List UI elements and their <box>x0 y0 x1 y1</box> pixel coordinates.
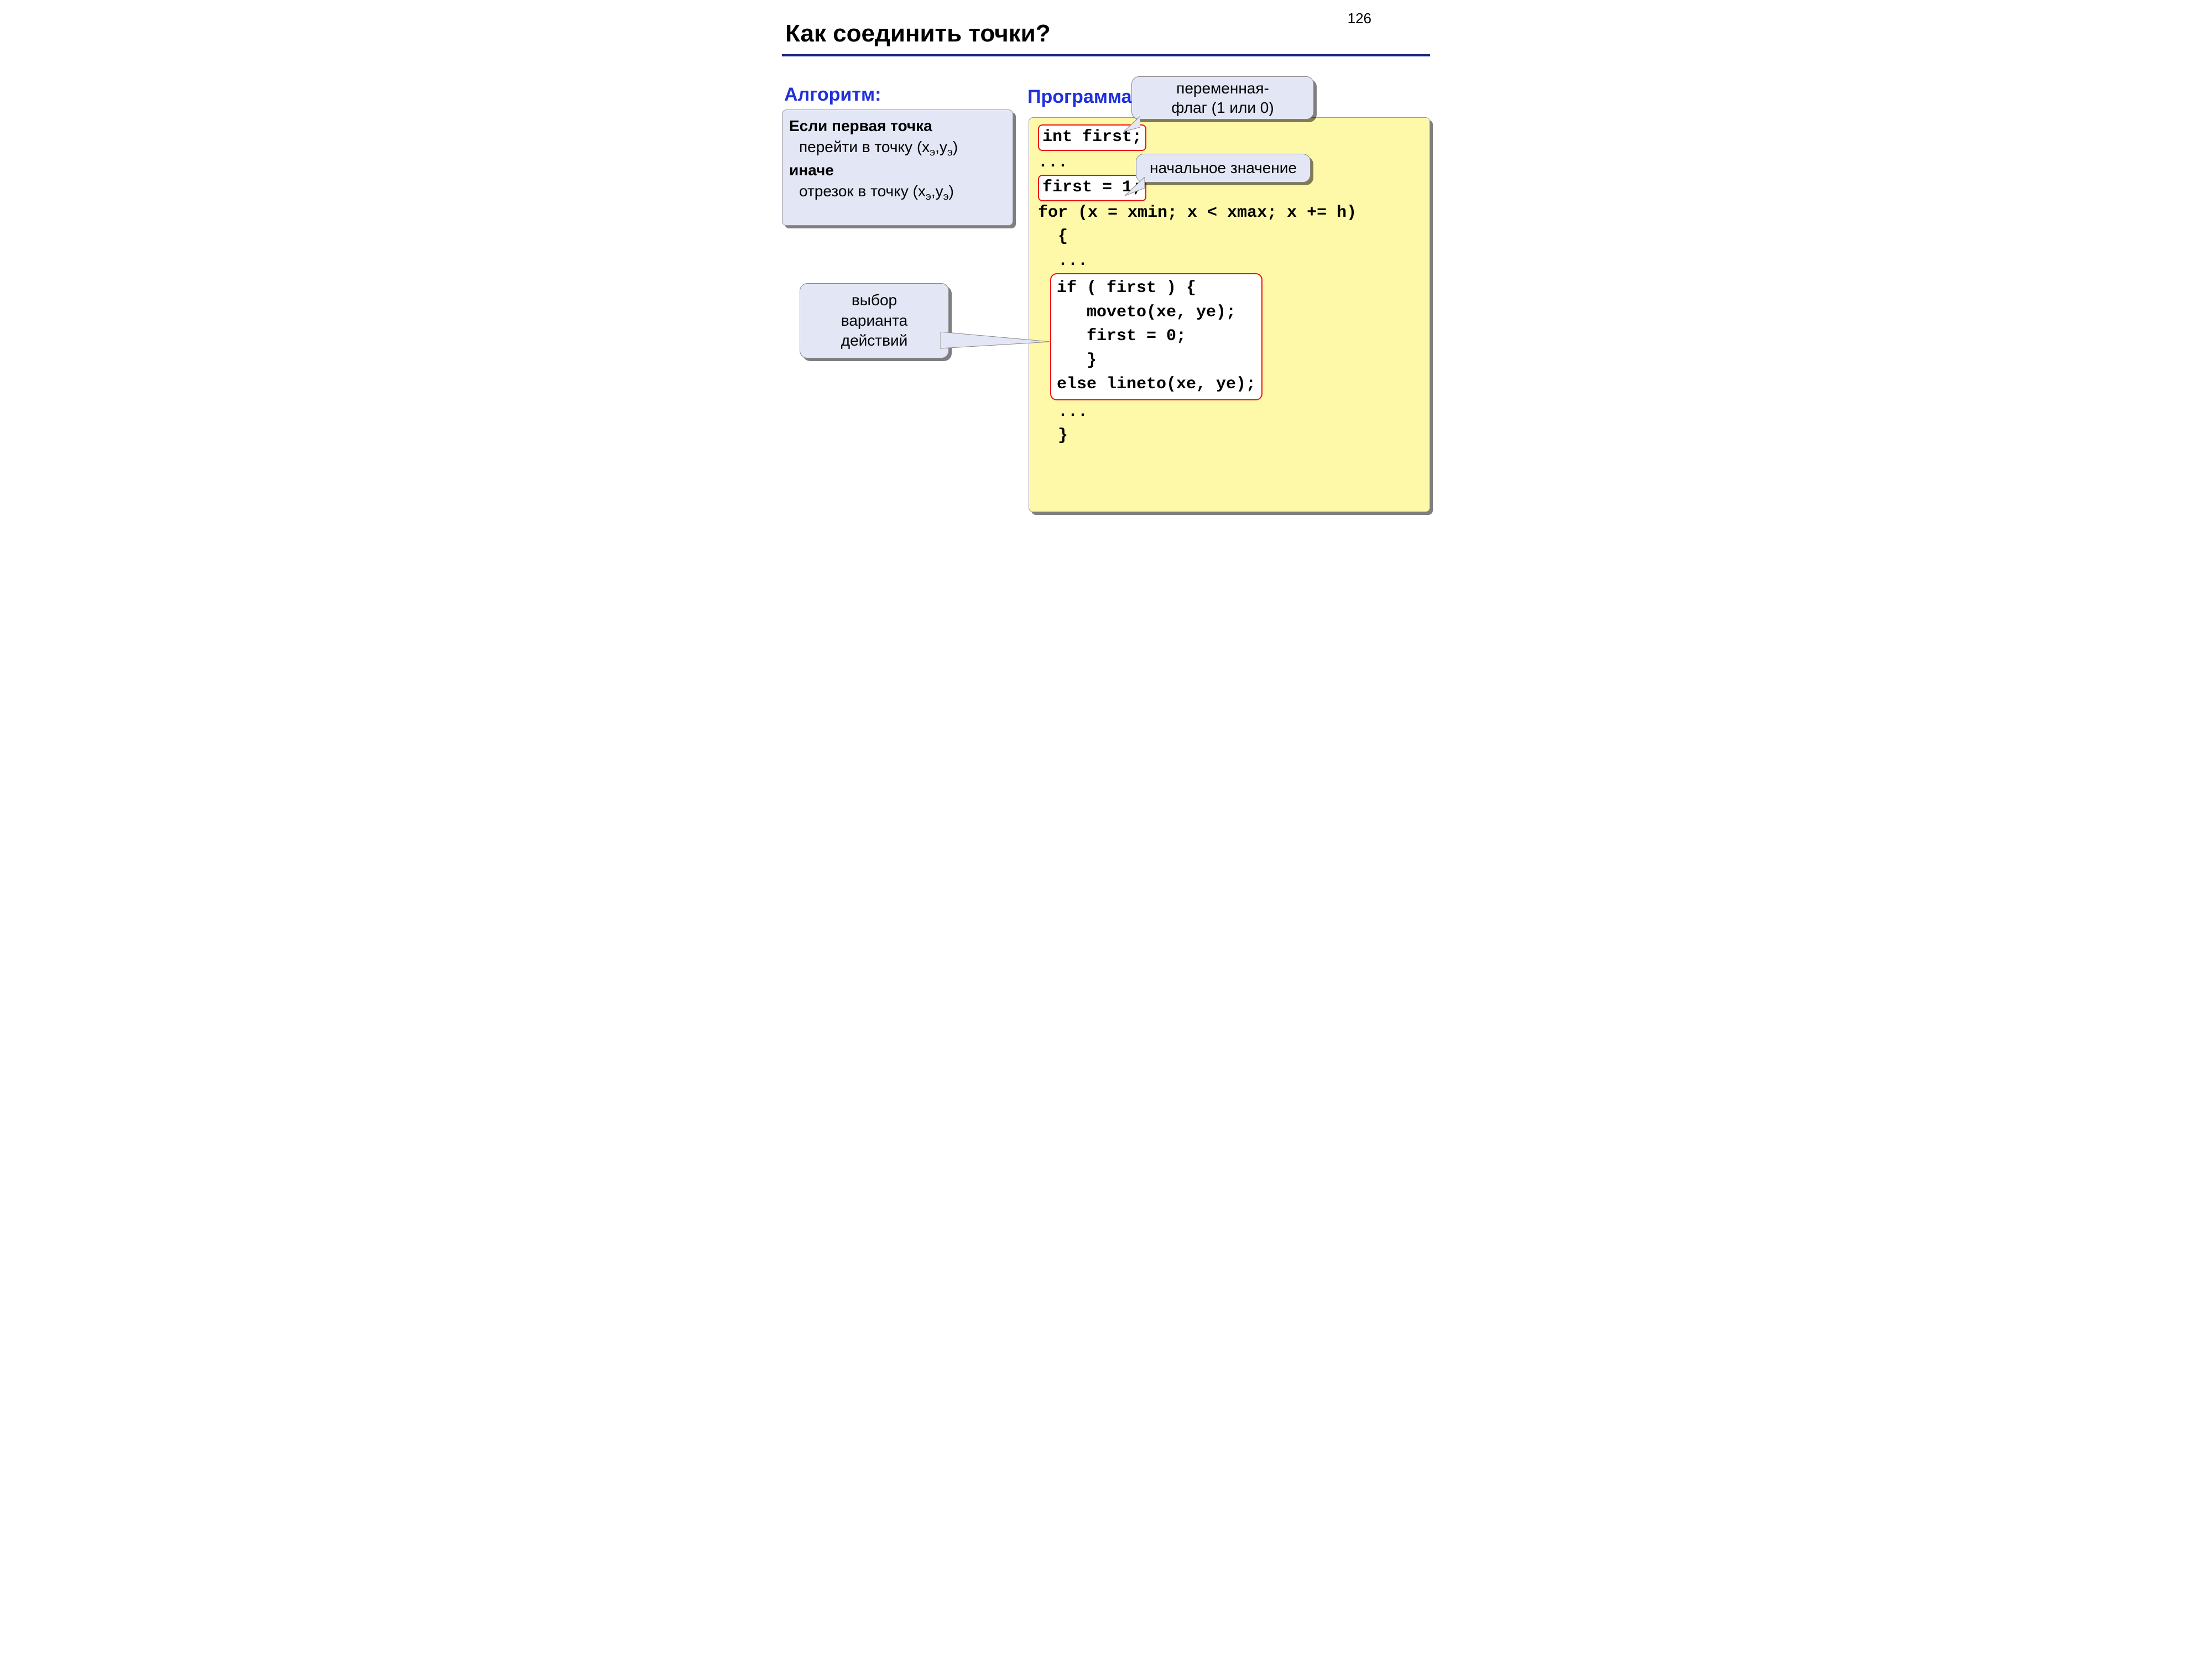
callout-flag-l2: флаг (1 или 0) <box>1171 98 1274 117</box>
code-block-l5: else lineto(xe, ye); <box>1057 373 1256 397</box>
code-block-l4: } <box>1057 349 1256 373</box>
code-block-l3: first = 0; <box>1057 325 1256 349</box>
code-block-l1: if ( first ) { <box>1057 276 1256 301</box>
algo-line-1: Если первая точка <box>789 116 1006 137</box>
code-highlight-block: if ( first ) { moveto(xe, ye); first = 0… <box>1050 273 1262 400</box>
title-underline <box>782 54 1430 56</box>
code-line-4: for (x = xmin; x < xmax; x += h) <box>1038 201 1421 226</box>
algo-line-4: отрезок в точку (xэ,yэ) <box>789 181 1006 204</box>
page-number: 126 <box>1348 10 1371 27</box>
callout-choice-l2: варианта <box>841 311 907 331</box>
code-line-1: int first; <box>1038 124 1421 151</box>
callout-choice-l3: действий <box>841 331 908 351</box>
heading-program: Программа: <box>1027 86 1138 108</box>
code-line-6: ... <box>1038 249 1421 274</box>
slide-title: Как соединить точки? <box>785 20 1051 48</box>
slide: 126 Как соединить точки? Алгоритм: Прогр… <box>752 0 1460 531</box>
callout-action-choice: выбор варианта действий <box>800 283 949 358</box>
code-line-5: { <box>1038 225 1421 249</box>
algo-line-2: перейти в точку (xэ,yэ) <box>789 137 1006 160</box>
callout-flag-variable: переменная- флаг (1 или 0) <box>1131 76 1314 119</box>
code-line-8: } <box>1038 424 1421 448</box>
callout-initial-value: начальное значение <box>1136 154 1311 182</box>
callout-choice-l1: выбор <box>852 290 897 310</box>
algorithm-box: Если первая точка перейти в точку (xэ,yэ… <box>782 109 1013 226</box>
code-block-l2: moveto(xe, ye); <box>1057 301 1256 325</box>
callout-flag-l1: переменная- <box>1176 79 1269 98</box>
heading-algorithm: Алгоритм: <box>784 84 881 106</box>
algo-line-3: иначе <box>789 160 1006 181</box>
code-line-7: ... <box>1038 400 1421 425</box>
